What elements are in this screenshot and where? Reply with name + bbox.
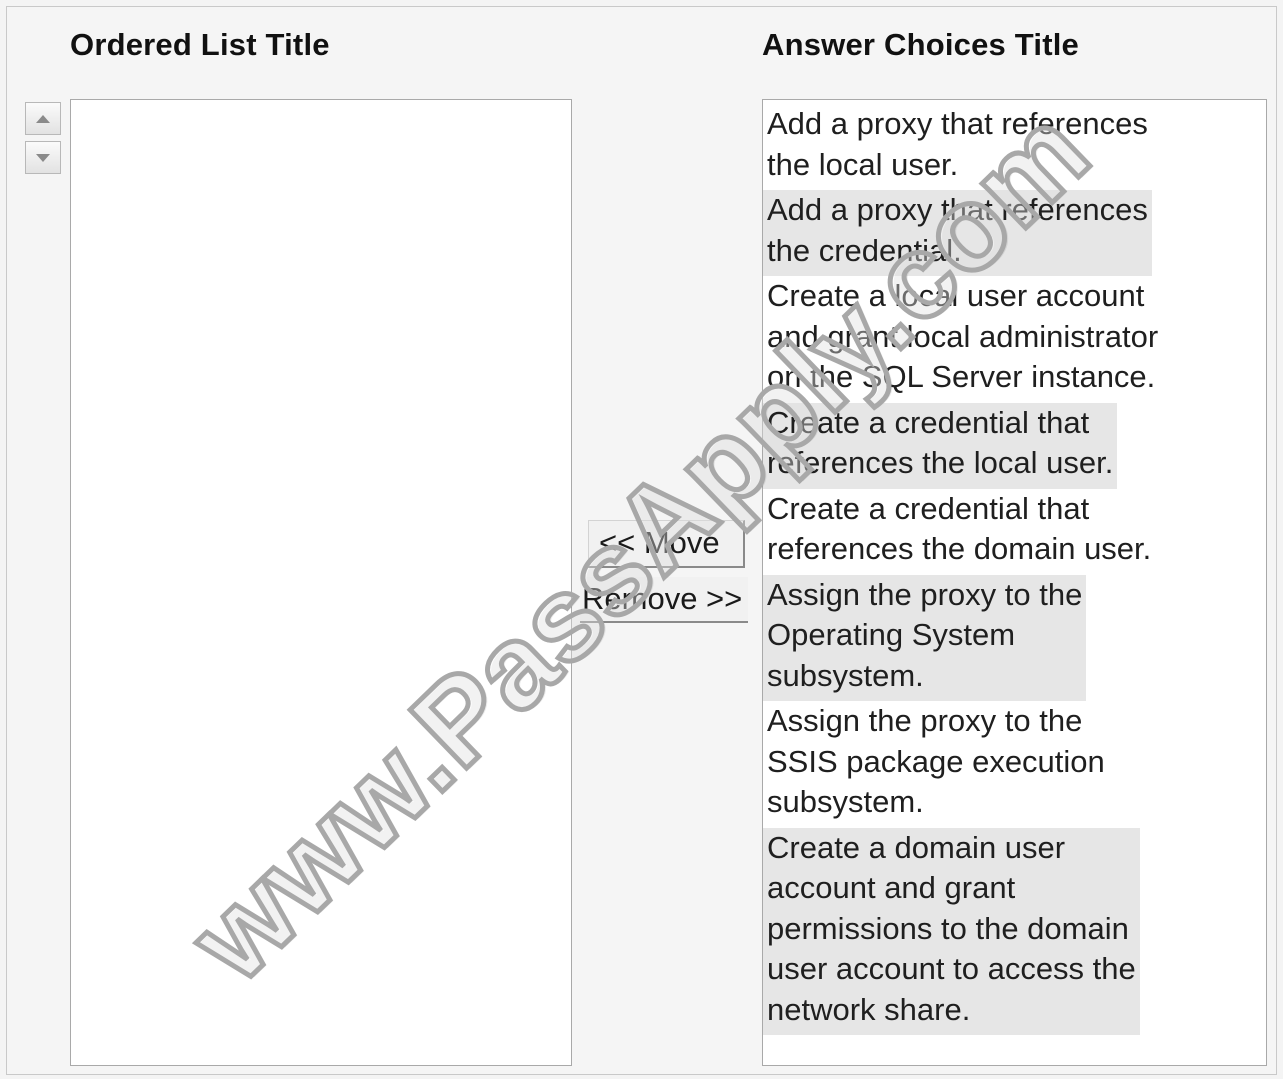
- remove-button[interactable]: Remove >>: [580, 577, 748, 623]
- move-up-button[interactable]: [25, 102, 61, 135]
- answer-choice[interactable]: Assign the proxy to the Operating System s…: [763, 574, 1087, 701]
- answer-choices-title: Answer Choices Title: [762, 27, 1079, 62]
- ordered-list-title: Ordered List Title: [70, 27, 330, 62]
- answer-choice-line: Assign the proxy to the: [767, 703, 1083, 738]
- answer-choice[interactable]: Add a proxy that references the local use…: [763, 104, 1152, 190]
- down-arrow-icon: [36, 153, 50, 162]
- answer-choice-line: permissions to the domain: [767, 910, 1129, 946]
- answer-choice[interactable]: Assign the proxy to the SSIS package exec…: [763, 701, 1109, 828]
- answer-choices-list[interactable]: Add a proxy that references the local use…: [762, 99, 1267, 1066]
- answer-choice-line: Operating System: [767, 617, 1016, 652]
- answer-choice-line: user account to access the: [767, 951, 1136, 986]
- answer-choice-line: references the domain user.: [767, 531, 1152, 566]
- move-button[interactable]: << Move: [588, 520, 745, 568]
- answer-choice[interactable]: Create a credential that references the l…: [763, 402, 1118, 489]
- answer-choice-line: SSIS package execution: [767, 743, 1105, 779]
- answer-choice-line: Add a proxy that references: [767, 192, 1148, 227]
- answer-choice[interactable]: Create a credential that references the d…: [763, 489, 1155, 575]
- answer-choice-line: the local user.: [767, 146, 959, 182]
- answer-choice-line: subsystem.: [767, 657, 924, 693]
- answer-choice-line: Add a proxy that references: [767, 106, 1148, 141]
- ordered-list-box[interactable]: [70, 99, 572, 1066]
- answer-choice-line: Create a credential that: [767, 490, 1090, 526]
- answer-choice-line: on the SQL Server instance.: [767, 359, 1156, 394]
- answer-choice-line: Create a credential that: [767, 404, 1090, 440]
- answer-choice-line: account and grant: [767, 870, 1016, 905]
- answer-choice-line: Create a local user account: [767, 278, 1145, 313]
- answer-choice-line: references the local user.: [767, 445, 1114, 480]
- answer-choice-line: network share.: [767, 991, 971, 1027]
- up-arrow-icon: [36, 114, 50, 123]
- answer-choice-line: subsystem.: [767, 784, 924, 819]
- answer-choice[interactable]: Add a proxy that references the credentia…: [763, 190, 1152, 276]
- answer-choice[interactable]: Create a local user account and grant loc…: [763, 276, 1162, 403]
- answer-choice-line: Create a domain user: [767, 829, 1066, 865]
- answer-choice-line: and grant local administrator: [767, 318, 1159, 354]
- answer-choice[interactable]: Create a domain user account and grant per…: [763, 827, 1140, 1035]
- move-down-button[interactable]: [25, 141, 61, 174]
- answer-choice-line: the credential.: [767, 232, 962, 268]
- answer-choice-line: Assign the proxy to the: [767, 576, 1083, 612]
